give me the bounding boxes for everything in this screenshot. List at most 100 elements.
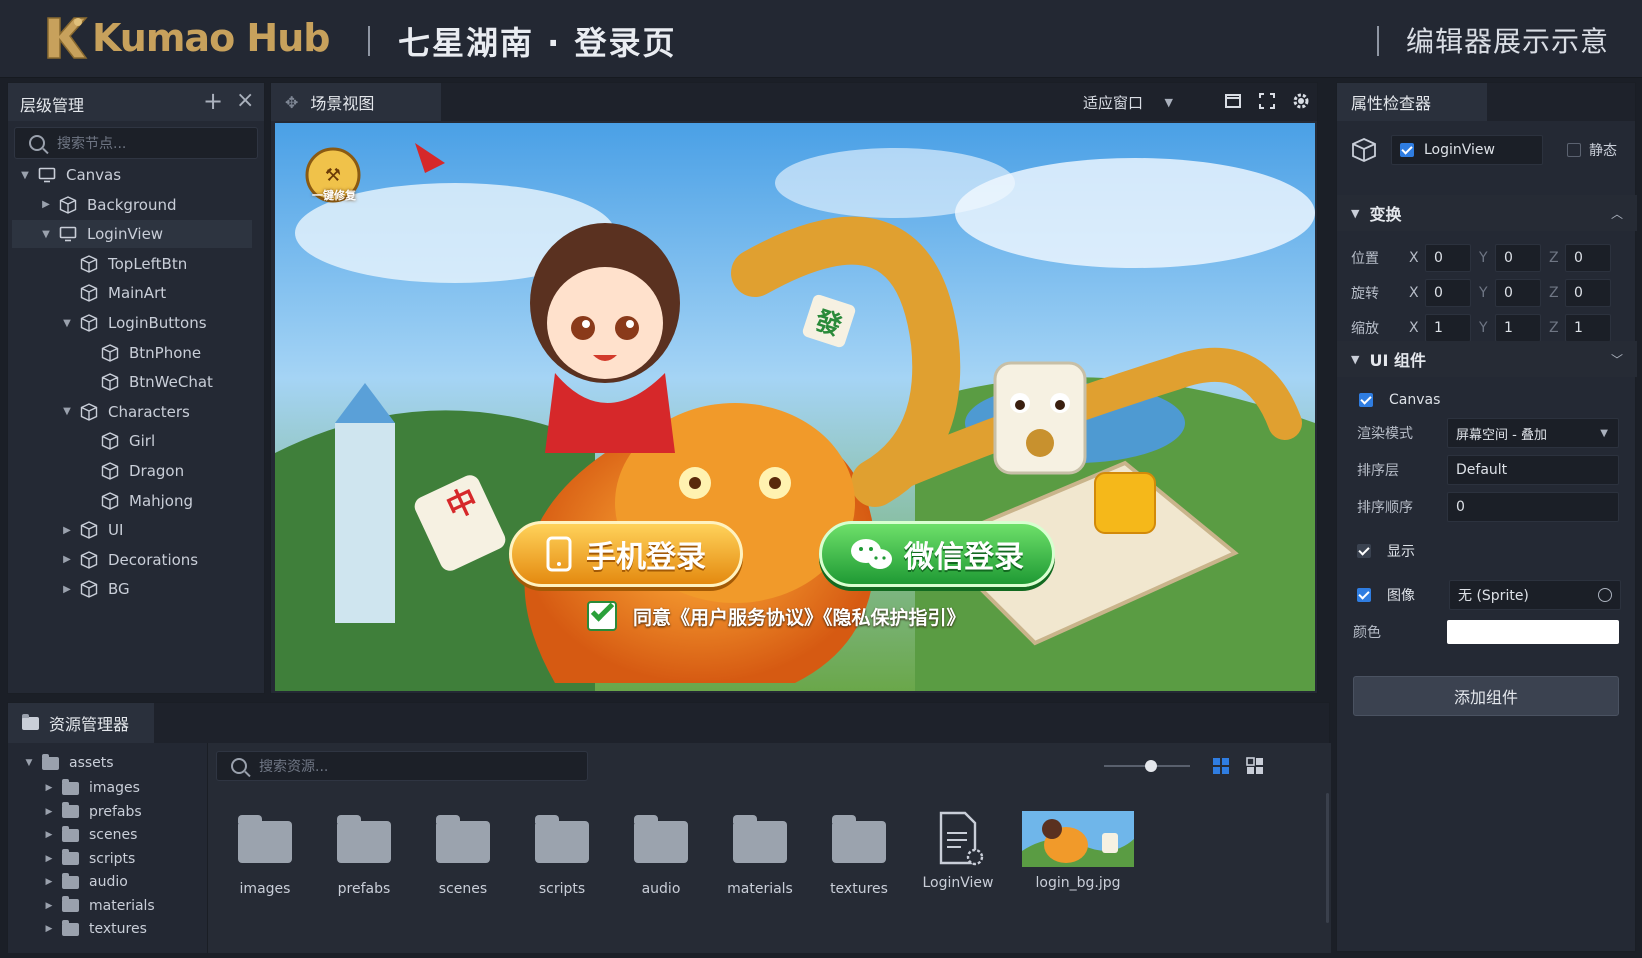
scale-z-input[interactable]: 1 <box>1565 314 1611 342</box>
position-x-input[interactable]: 0 <box>1425 244 1471 272</box>
assets-tree-item[interactable]: ▶ images <box>42 776 140 800</box>
asset-item-folder[interactable]: prefabs <box>314 811 414 897</box>
caret-right-icon[interactable]: ▶ <box>42 830 56 840</box>
sort-order-label: 排序顺序 <box>1357 500 1413 516</box>
display-checkbox[interactable] <box>1357 544 1371 558</box>
caret-right-icon[interactable]: ▶ <box>42 807 56 817</box>
assets-tree-item[interactable]: ▶ scripts <box>42 847 135 871</box>
window-icon[interactable] <box>1223 91 1243 111</box>
rotation-z-input[interactable]: 0 <box>1565 279 1611 307</box>
gear-icon[interactable] <box>1291 91 1311 111</box>
target-icon[interactable] <box>1598 588 1612 602</box>
caret-right-icon[interactable]: ▶ <box>42 783 56 793</box>
plus-icon[interactable]: + <box>203 87 223 115</box>
caret-right-icon[interactable]: ▶ <box>42 877 56 887</box>
caret-down-icon[interactable]: ▼ <box>60 318 74 329</box>
asset-item-folder[interactable]: scripts <box>512 811 612 897</box>
list-view-icon[interactable] <box>1246 757 1264 775</box>
asset-item-scene-file[interactable]: LoginView <box>908 811 1008 891</box>
rotation-y-input[interactable]: 0 <box>1495 279 1541 307</box>
sort-layer-field[interactable]: Default <box>1447 455 1619 485</box>
hierarchy-node-label: BtnWeChat <box>129 373 213 392</box>
caret-right-icon[interactable]: ▶ <box>39 199 53 210</box>
hierarchy-node[interactable]: Mahjong <box>12 487 252 515</box>
scrollbar[interactable] <box>1326 793 1329 923</box>
image-sprite-field[interactable]: 无 (Sprite) <box>1449 580 1621 610</box>
node-name-field[interactable]: LoginView <box>1391 135 1543 165</box>
caret-right-icon[interactable]: ▶ <box>60 584 74 595</box>
phone-login-button[interactable]: 手机登录 <box>509 521 743 587</box>
tab-scene-view[interactable]: ✥ 场景视图 <box>271 83 441 121</box>
ui-component-section-header[interactable]: ▼ UI 组件 ﹀ <box>1337 341 1637 377</box>
hierarchy-node[interactable]: ▼ LoginView <box>12 220 252 249</box>
grid-view-icon[interactable] <box>1212 757 1230 775</box>
hierarchy-node[interactable]: Dragon <box>12 457 252 485</box>
asset-item-folder[interactable]: images <box>215 811 315 897</box>
hierarchy-node[interactable]: ▼ LoginButtons <box>12 309 252 337</box>
caret-down-icon[interactable]: ▼ <box>18 170 32 181</box>
asset-item-folder[interactable]: materials <box>710 811 810 897</box>
wechat-login-button[interactable]: 微信登录 <box>819 521 1055 587</box>
node-active-checkbox[interactable] <box>1400 143 1414 157</box>
assets-tree-item[interactable]: ▶ materials <box>42 894 155 918</box>
fullscreen-icon[interactable] <box>1257 91 1277 111</box>
slider-handle[interactable] <box>1145 760 1158 772</box>
caret-down-icon[interactable]: ▼ <box>22 758 36 768</box>
tab-inspector[interactable]: 属性检查器 <box>1337 83 1487 121</box>
chevron-up-icon[interactable]: ︿ <box>1611 205 1623 222</box>
render-mode-select[interactable]: 屏幕空间 - 叠加 ▼ <box>1447 418 1619 448</box>
asset-item-folder[interactable]: scenes <box>413 811 513 897</box>
assets-tree-item[interactable]: ▶ prefabs <box>42 800 142 824</box>
fit-window-dropdown[interactable]: 适应窗口 ▼ <box>1083 87 1181 117</box>
caret-right-icon[interactable]: ▶ <box>42 901 56 911</box>
asset-item-folder[interactable]: audio <box>611 811 711 897</box>
hierarchy-node[interactable]: ▶ Background <box>12 191 252 219</box>
caret-down-icon[interactable]: ▼ <box>60 406 74 417</box>
agreement-checkbox[interactable] <box>587 598 617 631</box>
hierarchy-node[interactable]: BtnWeChat <box>12 368 252 396</box>
static-checkbox[interactable] <box>1567 143 1581 157</box>
caret-right-icon[interactable]: ▶ <box>42 854 56 864</box>
asset-item-image[interactable]: login_bg.jpg <box>1013 811 1143 891</box>
assets-tree-item[interactable]: ▶ audio <box>42 870 128 894</box>
assets-search-input[interactable]: 搜索资源... <box>216 751 588 781</box>
chevron-down-icon[interactable]: ﹀ <box>1611 351 1623 368</box>
assets-tree-item[interactable]: ▶ textures <box>42 917 147 941</box>
tab-assets[interactable]: 资源管理器 <box>8 703 154 743</box>
transform-section-header[interactable]: ▼ 变换 ︿ <box>1337 195 1637 231</box>
color-swatch[interactable] <box>1447 620 1619 644</box>
hierarchy-node[interactable]: ▼ Canvas <box>12 161 252 189</box>
agreement-row[interactable]: 同意《用户服务协议》《隐私保护指引》 <box>587 598 966 631</box>
hierarchy-node[interactable]: ▶ BG <box>12 575 252 603</box>
game-viewport[interactable]: ⚒ 一键修复 發 中 手机登录 微信登录 同意《用户服务协议》《隐私保护指引》 <box>275 123 1315 691</box>
add-component-button[interactable]: 添加组件 <box>1353 676 1619 716</box>
position-y-input[interactable]: 0 <box>1495 244 1541 272</box>
hierarchy-node-label: Canvas <box>66 166 122 184</box>
scale-y-input[interactable]: 1 <box>1495 314 1541 342</box>
hierarchy-node-label: Background <box>87 195 177 214</box>
assets-tree-root[interactable]: ▼ assets <box>22 751 114 775</box>
caret-right-icon[interactable]: ▶ <box>60 554 74 565</box>
image-checkbox[interactable] <box>1357 588 1371 602</box>
hierarchy-node[interactable]: Girl <box>12 427 252 455</box>
caret-down-icon[interactable]: ▼ <box>39 229 53 240</box>
position-z-input[interactable]: 0 <box>1565 244 1611 272</box>
hierarchy-node[interactable]: BtnPhone <box>12 339 252 367</box>
close-icon[interactable]: × <box>236 88 254 113</box>
caret-right-icon[interactable]: ▶ <box>42 924 56 934</box>
fit-window-value: 适应窗口 <box>1083 93 1144 112</box>
hierarchy-search-input[interactable]: 搜索节点... <box>14 127 258 159</box>
hierarchy-node[interactable]: MainArt <box>12 279 252 307</box>
scale-x-input[interactable]: 1 <box>1425 314 1471 342</box>
assets-tree-item[interactable]: ▶ scenes <box>42 823 137 847</box>
rotation-x-input[interactable]: 0 <box>1425 279 1471 307</box>
asset-item-folder[interactable]: textures <box>809 811 909 897</box>
hierarchy-node[interactable]: ▶ Decorations <box>12 546 252 574</box>
sort-order-field[interactable]: 0 <box>1447 492 1619 522</box>
hierarchy-node[interactable]: TopLeftBtn <box>12 250 252 278</box>
canvas-checkbox[interactable] <box>1359 393 1373 407</box>
repair-badge-label[interactable]: 一键修复 <box>303 187 365 203</box>
hierarchy-node[interactable]: ▼ Characters <box>12 398 252 426</box>
caret-right-icon[interactable]: ▶ <box>60 525 74 536</box>
hierarchy-node[interactable]: ▶ UI <box>12 516 252 544</box>
